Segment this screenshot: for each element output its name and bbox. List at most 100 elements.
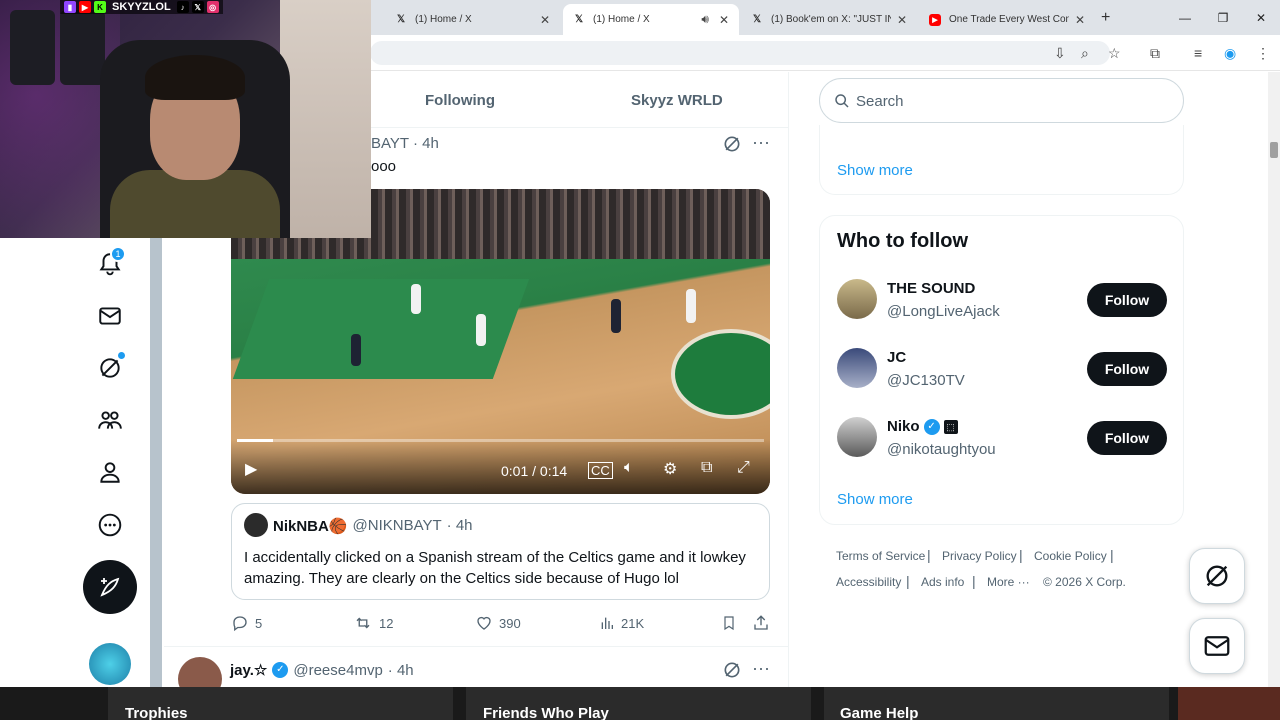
reply-count: 5 (255, 615, 263, 631)
messages-icon[interactable] (96, 302, 124, 330)
close-window-icon[interactable]: ✕ (1242, 11, 1280, 25)
account-avatar[interactable] (837, 279, 877, 319)
verified-badge-icon: ✓ (272, 662, 289, 678)
play-icon[interactable]: ▶ (245, 459, 257, 479)
tab-label: (1) Book'em on X: "JUST IN (771, 14, 891, 25)
show-more-link[interactable]: Show more (837, 162, 913, 179)
account-name[interactable]: THE SOUND (887, 280, 975, 297)
close-icon[interactable]: ✕ (719, 13, 729, 27)
tab-following[interactable]: Following (425, 92, 495, 109)
views-button[interactable]: 21K (599, 614, 644, 632)
compose-post-button[interactable] (83, 560, 137, 614)
bookmark-star-icon[interactable]: ☆ (1108, 45, 1121, 62)
footer-terms-link[interactable]: Terms of Service (836, 549, 925, 563)
quoted-time: · 4h (446, 517, 473, 534)
account-name[interactable]: Niko (887, 418, 920, 435)
next-tweet-name[interactable]: jay.☆ (230, 661, 267, 679)
quoted-text: I accidentally clicked on a Spanish stre… (244, 549, 746, 587)
grok-icon (1206, 565, 1228, 587)
stream-channel-name: SKYYZLOL (112, 1, 171, 13)
tab-label: (1) Home / X (415, 14, 472, 25)
new-tab-icon[interactable]: + (1101, 9, 1110, 27)
repost-button[interactable]: 12 (353, 614, 393, 632)
like-button[interactable]: 390 (475, 614, 521, 632)
footer-separator: | (1019, 547, 1023, 563)
tab-skyyz-wrld[interactable]: Skyyz WRLD (631, 92, 723, 109)
friends-who-play-label[interactable]: Friends Who Play (483, 705, 609, 722)
account-avatar[interactable] (837, 348, 877, 388)
browser-tab[interactable]: ▶ One Trade Every West Con ✕ (919, 4, 1095, 35)
settings-gear-icon[interactable]: ⚙ (663, 459, 677, 479)
follow-button[interactable]: Follow (1087, 283, 1167, 317)
restore-icon[interactable]: ❐ (1204, 11, 1242, 25)
footer-separator: | (927, 547, 931, 563)
page-scrollbar[interactable] (1268, 72, 1280, 687)
share-icon (754, 615, 768, 630)
video-progress-fill (237, 439, 273, 442)
account-handle: @nikotaughtyou (887, 441, 996, 458)
footer-accessibility-link[interactable]: Accessibility (836, 575, 901, 589)
close-icon[interactable]: ✕ (540, 13, 550, 27)
account-avatar[interactable] (89, 643, 131, 685)
tab-label: (1) Home / X (593, 14, 650, 25)
footer-more-link[interactable]: More ··· (987, 575, 1030, 589)
browser-tab-active[interactable]: 𝕏 (1) Home / X 🔊︎ ✕ (563, 4, 739, 35)
youtube-icon: ▶ (929, 13, 941, 26)
more-options-icon[interactable]: ··· (752, 132, 770, 153)
follow-button[interactable]: Follow (1087, 421, 1167, 455)
browser-tab[interactable]: 𝕏 (1) Book'em on X: "JUST IN ✕ (741, 4, 917, 35)
game-tile-art (1178, 687, 1280, 720)
column-divider (788, 72, 789, 687)
communities-icon[interactable] (96, 406, 124, 434)
menu-icon[interactable]: ⋮ (1256, 45, 1270, 62)
trends-box (819, 125, 1184, 195)
feather-plus-icon (100, 577, 120, 597)
picture-in-picture-icon[interactable]: ⧉ (701, 459, 712, 477)
address-bar[interactable] (370, 41, 1110, 65)
left-navigation (0, 238, 150, 688)
profile-icon[interactable]: ◉ (1224, 45, 1236, 62)
scrollbar-thumb[interactable] (1270, 142, 1278, 158)
grok-explain-icon[interactable] (722, 134, 742, 159)
share-button[interactable] (752, 614, 770, 632)
repost-icon (356, 617, 370, 629)
media-controls-icon[interactable]: ≡ (1194, 45, 1202, 61)
reply-button[interactable]: 5 (231, 614, 262, 632)
trophies-label[interactable]: Trophies (125, 705, 188, 722)
search-box[interactable]: Search (819, 78, 1184, 123)
fullscreen-icon[interactable]: ⤢ (737, 459, 750, 477)
bookmark-button[interactable] (721, 614, 737, 632)
grok-explain-icon[interactable] (722, 660, 742, 685)
footer-ads-link[interactable]: Ads info (921, 575, 964, 589)
volume-icon[interactable]: 🔈︎ (624, 459, 634, 477)
messages-fab[interactable] (1189, 618, 1245, 674)
game-help-label[interactable]: Game Help (840, 705, 918, 722)
captions-icon[interactable]: CC (588, 462, 613, 479)
more-options-icon[interactable] (96, 511, 124, 539)
bookmark-icon (724, 616, 734, 631)
profile-person-icon[interactable] (96, 458, 124, 486)
grok-fab[interactable] (1189, 548, 1245, 604)
install-app-icon[interactable]: ⇩ (1054, 45, 1066, 62)
account-name[interactable]: JC (887, 349, 906, 366)
zoom-icon[interactable]: ⌕ (1081, 45, 1089, 62)
more-options-icon[interactable]: ··· (752, 658, 770, 679)
reply-icon (233, 616, 247, 632)
like-count: 390 (499, 615, 521, 631)
stream-social-bar: ▮ ▶ K SKYYZLOL ♪ 𝕏 ◎ (60, 0, 223, 14)
minimize-icon[interactable]: — (1166, 11, 1204, 25)
footer-privacy-link[interactable]: Privacy Policy (942, 549, 1017, 563)
speaker-icon[interactable]: 🔊︎ (701, 12, 709, 27)
show-more-link[interactable]: Show more (837, 491, 913, 508)
extensions-icon[interactable]: ⧉ (1150, 45, 1160, 62)
footer-cookie-link[interactable]: Cookie Policy (1034, 549, 1107, 563)
close-icon[interactable]: ✕ (897, 13, 907, 27)
grok-icon[interactable] (96, 352, 125, 382)
follow-button[interactable]: Follow (1087, 352, 1167, 386)
close-icon[interactable]: ✕ (1075, 13, 1085, 27)
scroll-track (150, 238, 162, 688)
account-avatar[interactable] (837, 417, 877, 457)
browser-tab[interactable]: 𝕏 (1) Home / X ✕ (385, 4, 560, 35)
search-placeholder: Search (856, 93, 904, 110)
video-progress-track[interactable] (237, 439, 764, 442)
